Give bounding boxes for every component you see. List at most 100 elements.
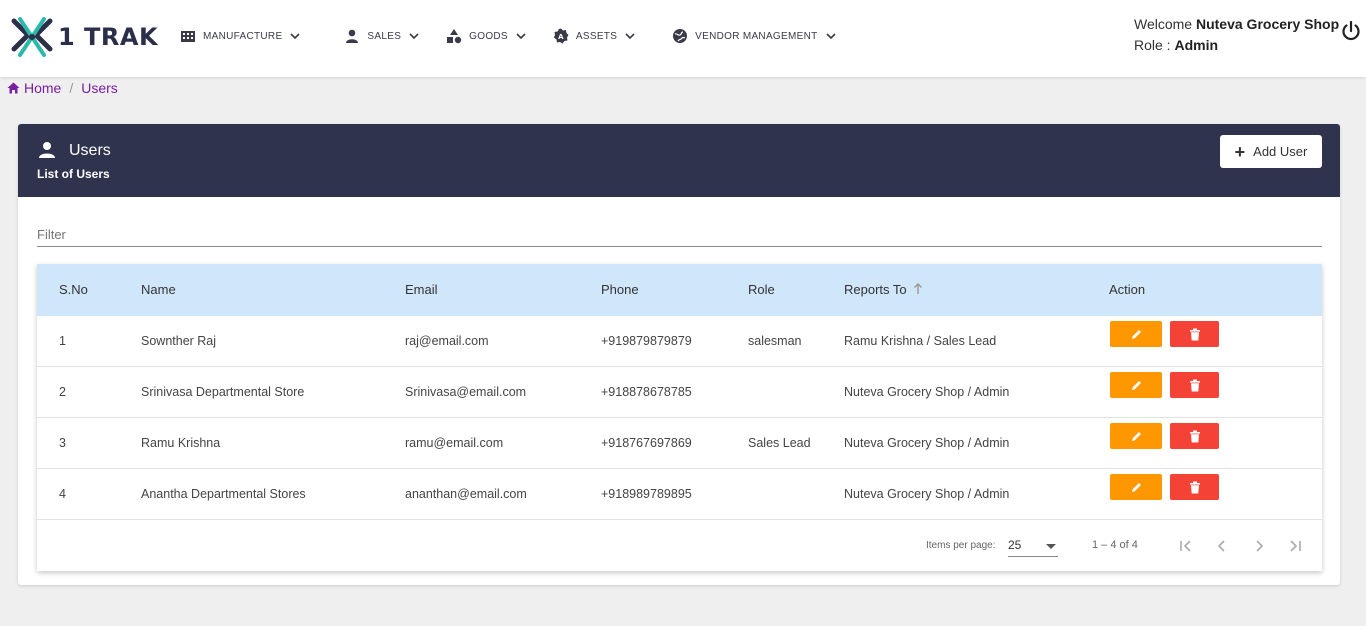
cell-email: ananthan@email.com: [405, 487, 527, 501]
breadcrumb: Home / Users: [7, 80, 118, 96]
table-row: 2 Srinivasa Departmental Store Srinivasa…: [37, 367, 1322, 418]
trash-icon: [1189, 430, 1200, 442]
table-row: 3 Ramu Krishna ramu@email.com +918767697…: [37, 418, 1322, 469]
plus-icon: +: [1234, 141, 1246, 162]
cell-reports-to: Nuteva Grocery Shop / Admin: [844, 385, 1010, 399]
logo[interactable]: 1 TRAK: [10, 14, 158, 60]
last-page-button[interactable]: [1283, 534, 1307, 558]
header-action: Action: [1109, 282, 1146, 297]
first-page-icon: [1180, 540, 1191, 552]
breadcrumb-home[interactable]: Home: [24, 80, 61, 96]
shapes-icon: [447, 29, 462, 44]
nav-assets[interactable]: A ASSETS: [553, 28, 636, 44]
chevron-left-icon: [1217, 540, 1225, 552]
header-role[interactable]: Role: [748, 282, 775, 297]
edit-button[interactable]: [1110, 321, 1162, 347]
cell-name: Ramu Krishna: [141, 436, 221, 450]
role-prefix: Role :: [1134, 37, 1171, 53]
nav-vendor-management-label: VENDOR MANAGEMENT: [695, 30, 818, 42]
cell-sno: 3: [59, 436, 66, 450]
chevron-down-icon: [409, 33, 419, 40]
next-page-button[interactable]: [1247, 534, 1271, 558]
header-sno[interactable]: S.No: [59, 282, 88, 297]
nav-sales-label: SALES: [367, 30, 402, 42]
cell-name: Anantha Departmental Stores: [141, 487, 306, 501]
items-per-page-label: Items per page:: [926, 540, 996, 551]
header-reports-to-label: Reports To: [844, 282, 907, 297]
nav-goods[interactable]: GOODS: [446, 28, 527, 44]
page-size-value: 25: [1008, 538, 1022, 552]
edit-button[interactable]: [1110, 474, 1162, 500]
top-bar: 1 TRAK MANUFACTURE SALES GOODS A ASSETS …: [0, 0, 1366, 77]
chevron-right-icon: [1256, 540, 1264, 552]
user-icon: [39, 142, 55, 158]
cell-role: Sales Lead: [748, 436, 811, 450]
delete-button[interactable]: [1170, 372, 1219, 398]
logo-mark-icon: [11, 17, 53, 57]
nav-manufacture-label: MANUFACTURE: [203, 30, 283, 42]
cell-email: ramu@email.com: [405, 436, 504, 450]
cell-sno: 1: [59, 334, 66, 348]
building-icon: [181, 31, 195, 42]
cell-reports-to: Nuteva Grocery Shop / Admin: [844, 487, 1010, 501]
pencil-icon: [1131, 329, 1141, 339]
cell-sno: 4: [59, 487, 66, 501]
page-size-select[interactable]: 25: [1008, 535, 1058, 557]
delete-button[interactable]: [1170, 474, 1219, 500]
trash-icon: [1189, 328, 1200, 340]
delete-button[interactable]: [1170, 423, 1219, 449]
chevron-down-icon: [290, 33, 300, 40]
table-row: 1 Sownther Raj raj@email.com +9198798798…: [37, 316, 1322, 367]
nav-sales[interactable]: SALES: [344, 28, 420, 44]
pencil-icon: [1131, 482, 1141, 492]
cell-sno: 2: [59, 385, 66, 399]
nav-manufacture[interactable]: MANUFACTURE: [180, 28, 301, 44]
previous-page-button[interactable]: [1210, 534, 1234, 558]
trash-icon: [1189, 379, 1200, 391]
logo-text: 1 TRAK: [58, 23, 159, 51]
chevron-down-icon: [625, 33, 635, 40]
pencil-icon: [1131, 431, 1141, 441]
cell-reports-to: Nuteva Grocery Shop / Admin: [844, 436, 1010, 450]
chevron-down-icon: [516, 33, 526, 40]
filter-input[interactable]: [37, 222, 1322, 247]
cell-role: salesman: [748, 334, 802, 348]
nav-vendor-management[interactable]: VENDOR MANAGEMENT: [672, 28, 836, 44]
users-table: S.No Name Email Phone Role Reports To Ac…: [37, 264, 1322, 571]
table-row: 4 Anantha Departmental Stores ananthan@e…: [37, 469, 1322, 520]
cell-phone: +919879879879: [601, 334, 692, 348]
breadcrumb-current[interactable]: Users: [81, 80, 118, 96]
header-email[interactable]: Email: [405, 282, 438, 297]
first-page-button[interactable]: [1174, 534, 1198, 558]
caret-down-icon: [1046, 544, 1056, 549]
user-info: Welcome Nuteva Grocery Shop Role : Admin: [1134, 14, 1339, 56]
card-header: Users List of Users + Add User: [18, 124, 1340, 197]
edit-button[interactable]: [1110, 372, 1162, 398]
cell-name: Srinivasa Departmental Store: [141, 385, 305, 399]
last-page-icon: [1290, 540, 1301, 552]
cell-email: raj@email.com: [405, 334, 489, 348]
header-phone[interactable]: Phone: [601, 282, 639, 297]
cell-reports-to: Ramu Krishna / Sales Lead: [844, 334, 997, 348]
cell-email: Srinivasa@email.com: [405, 385, 527, 399]
globe-icon: [673, 29, 688, 43]
role-line: Role : Admin: [1134, 35, 1339, 56]
header-reports-to[interactable]: Reports To: [844, 282, 923, 297]
pencil-icon: [1131, 380, 1141, 390]
page-subtitle: List of Users: [37, 167, 110, 181]
add-user-button[interactable]: + Add User: [1220, 135, 1322, 168]
header-name[interactable]: Name: [141, 282, 176, 297]
user-role: Admin: [1174, 37, 1219, 53]
chevron-down-icon: [825, 33, 836, 40]
table-header: S.No Name Email Phone Role Reports To Ac…: [37, 264, 1322, 316]
breadcrumb-separator: /: [69, 80, 74, 96]
sort-arrow-up-icon: [914, 283, 923, 294]
delete-button[interactable]: [1170, 321, 1219, 347]
person-icon: [346, 29, 359, 43]
power-icon[interactable]: [1340, 20, 1362, 42]
paginator: Items per page: 25 1 – 4 of 4: [37, 520, 1322, 571]
welcome-line: Welcome Nuteva Grocery Shop: [1134, 14, 1339, 35]
page-range: 1 – 4 of 4: [1092, 539, 1138, 551]
gear-badge-icon: A: [553, 28, 569, 44]
edit-button[interactable]: [1110, 423, 1162, 449]
